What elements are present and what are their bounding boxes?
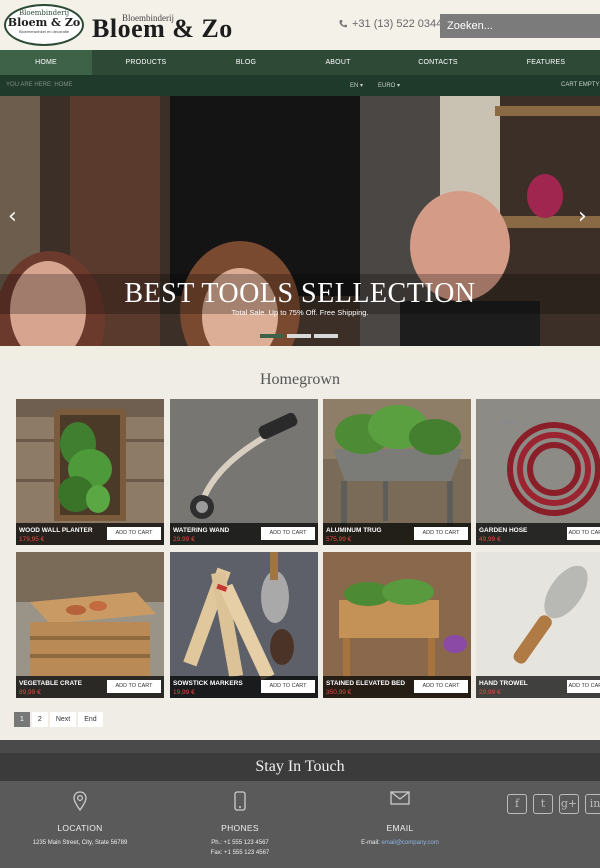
product-name: Aluminum Trug [326,527,382,534]
cart-status[interactable]: Cart empty [561,82,599,88]
phone-icon [339,20,347,28]
email-label: E-mail: [361,840,380,846]
product-name: Hand Trowel [479,680,528,687]
page-1-link[interactable]: 1 [14,712,30,727]
page-2-link[interactable]: 2 [31,712,48,727]
main-nav: Home Products Blog About Contacts Featur… [0,50,600,75]
product-price: 575,99 € [326,536,352,543]
twitter-icon[interactable]: t [533,794,553,814]
product-name: Wood Wall Planter [19,527,93,534]
product-card[interactable]: Sowstick Markers 19,99 € Add to cart [170,552,318,698]
pagination: 1 2 Next End [14,712,103,727]
logo-tagline: Bloemenwinkel en decoratie [18,29,70,34]
product-price: 49,99 € [479,536,501,543]
google-plus-icon[interactable]: g+ [559,794,579,814]
mobile-phone-icon [234,791,246,811]
footer-phones: Phones Ph.: +1 555 123 4567 Fax: +1 555 … [160,781,320,858]
product-card[interactable]: Vegetable Crate 89,99 € Add to cart [16,552,164,698]
nav-item-products[interactable]: Products [92,50,200,75]
add-to-cart-button[interactable]: Add to cart [107,680,161,693]
product-info: Vegetable Crate 89,99 € Add to cart [16,676,164,698]
location-address: 1235 Main Street, City, State 56789 [32,840,128,846]
breadcrumb: You are here: Home [6,82,73,88]
slider-dot[interactable] [314,334,338,338]
location-pin-icon [73,791,87,811]
language-select[interactable]: EN ▾ [350,82,363,89]
email-link[interactable]: email@company.com [382,840,439,846]
product-info: Hand Trowel 29,99 € Add to cart [476,676,600,698]
product-price: 29,99 € [173,536,195,543]
add-to-cart-button[interactable]: Add to cart [261,680,315,693]
hero-title: BEST TOOLS SELLECTION [124,278,476,309]
fax-line: Fax: +1 555 123 4567 [210,850,270,856]
footer-location: Location 1235 Main Street, City, State 5… [0,781,160,848]
facebook-icon[interactable]: f [507,794,527,814]
brand-title[interactable]: Bloem & Zo [92,14,233,44]
location-heading: Location [57,823,103,833]
search-input[interactable] [440,14,600,38]
product-name: Sowstick Markers [173,680,243,687]
phone-line: Ph.: +1 555 123 4567 [211,840,269,846]
slider-prev-arrow[interactable]: ‹ [8,204,17,229]
product-name: Vegetable Crate [19,680,82,687]
product-card[interactable]: Aluminum Trug 575,99 € Add to cart [323,399,471,545]
nav-item-blog[interactable]: Blog [200,50,292,75]
next-page-link[interactable]: Next [49,712,77,727]
nav-item-features[interactable]: Features [492,50,600,75]
currency-select[interactable]: EURO ▾ [378,82,400,89]
envelope-icon [390,791,410,805]
product-price: 350,99 € [326,689,352,696]
nav-item-about[interactable]: About [292,50,384,75]
phones-heading: Phones [221,823,259,833]
sub-nav-bar: You are here: Home EN ▾ EURO ▾ Cart empt… [0,75,600,96]
product-info: Wood Wall Planter 179,95 € Add to cart [16,523,164,545]
product-info: Watering Wand 29,99 € Add to cart [170,523,318,545]
social-links: f t g+ in [507,794,600,814]
nav-item-contacts[interactable]: Contacts [384,50,492,75]
product-card[interactable]: Hand Trowel 29,99 € Add to cart [476,552,600,698]
product-name: Garden Hose [479,527,528,534]
add-to-cart-button[interactable]: Add to cart [567,527,600,540]
phone-number: +31 (13) 522 0344 [352,18,443,30]
phone-contact: +31 (13) 522 0344 [338,18,442,30]
divider-band [0,346,600,360]
end-page-link[interactable]: End [78,712,103,727]
footer-email: Email E-mail: email@company.com [320,781,480,848]
product-price: 179,95 € [19,536,45,543]
add-to-cart-button[interactable]: Add to cart [567,680,600,693]
footer-divider [0,740,600,753]
add-to-cart-button[interactable]: Add to cart [414,527,468,540]
nav-item-home[interactable]: Home [0,50,92,75]
logo-name: Bloem & Zo [7,16,81,29]
logo[interactable]: Bloembinderij Bloem & Zo Bloemenwinkel e… [4,4,84,46]
hero-subtitle: Total Sale. Up to 75% Off. Free Shipping… [231,308,369,317]
product-name: Stained Elevated Bed [326,680,406,687]
product-card[interactable]: Stained Elevated Bed 350,99 € Add to car… [323,552,471,698]
email-heading: Email [386,823,414,833]
product-card[interactable]: Garden Hose 49,99 € Add to cart [476,399,600,545]
add-to-cart-button[interactable]: Add to cart [261,527,315,540]
slider-next-arrow[interactable]: › [578,204,587,229]
product-price: 29,99 € [479,689,501,696]
product-price: 89,99 € [19,689,41,696]
footer-title: Stay In Touch [0,753,600,781]
linkedin-icon[interactable]: in [585,794,600,814]
slider-dots [260,334,338,338]
section-title: Homegrown [260,371,340,388]
add-to-cart-button[interactable]: Add to cart [107,527,161,540]
product-price: 19,99 € [173,689,195,696]
product-info: Aluminum Trug 575,99 € Add to cart [323,523,471,545]
product-info: Stained Elevated Bed 350,99 € Add to car… [323,676,471,698]
add-to-cart-button[interactable]: Add to cart [414,680,468,693]
product-name: Watering Wand [173,527,230,534]
slider-dot[interactable] [260,334,284,338]
slider-dot[interactable] [287,334,311,338]
product-info: Sowstick Markers 19,99 € Add to cart [170,676,318,698]
product-info: Garden Hose 49,99 € Add to cart [476,523,600,545]
site-header: Bloembinderij Bloem & Zo Bloemenwinkel e… [0,0,600,50]
product-card[interactable]: Watering Wand 29,99 € Add to cart [170,399,318,545]
product-card[interactable]: Wood Wall Planter 179,95 € Add to cart [16,399,164,545]
